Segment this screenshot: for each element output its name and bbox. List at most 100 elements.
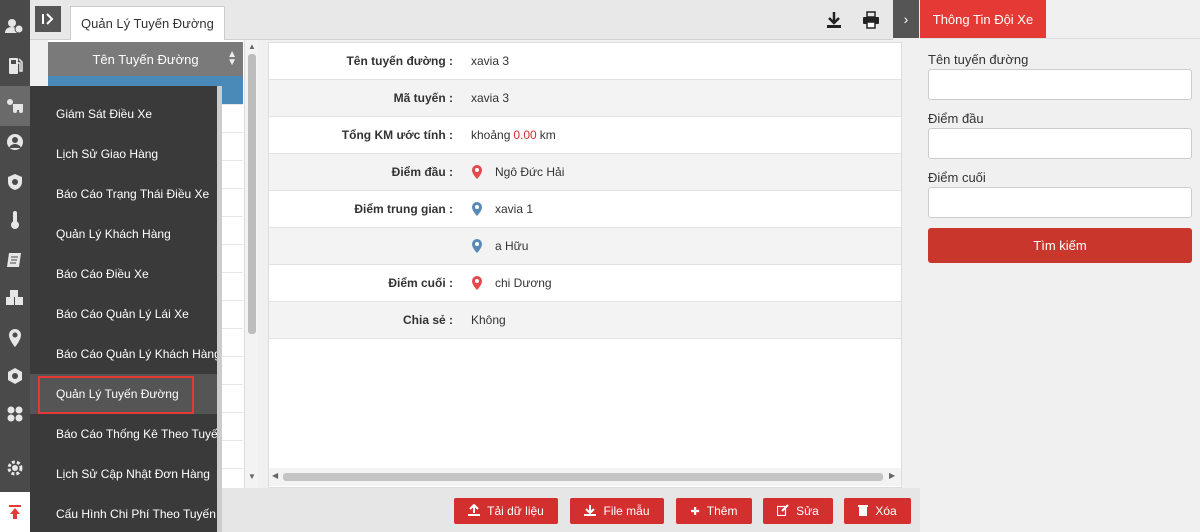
menu-item-delivery-history[interactable]: Lịch Sử Giao Hàng <box>30 134 217 174</box>
scroll-right-icon[interactable]: ▶ <box>889 471 895 480</box>
menu-item-route-cost-config[interactable]: Cấu Hình Chi Phí Theo Tuyến <box>30 494 217 532</box>
action-bar: Tải dữ liệu File mẫu ✚ Thêm Sửa Xóa <box>222 488 920 532</box>
detail-row-midpoint-2: a Hữu <box>269 228 901 265</box>
route-name-input[interactable] <box>928 69 1192 100</box>
start-point-filter-label: Điểm đầu <box>928 111 984 126</box>
delete-button[interactable]: Xóa <box>844 498 911 524</box>
menu-item-label: Báo Cáo Quản Lý Khách Hàng <box>56 347 217 361</box>
share-value: Không <box>471 313 506 327</box>
print-icon[interactable] <box>860 9 882 31</box>
menu-item-customer-report[interactable]: Báo Cáo Quản Lý Khách Hàng <box>30 334 217 374</box>
midpoint-label: Điểm trung gian : <box>354 202 453 216</box>
temperature-icon[interactable] <box>0 200 30 240</box>
end-point-filter-label: Điểm cuối <box>928 170 986 185</box>
menu-item-label: Quản Lý Khách Hàng <box>56 227 171 241</box>
upload-data-button[interactable]: Tải dữ liệu <box>454 498 558 524</box>
shield-icon[interactable] <box>0 162 30 202</box>
route-code-value: xavia 3 <box>471 91 510 105</box>
hexagon-icon[interactable] <box>0 356 30 396</box>
end-label: Điểm cuối : <box>388 276 453 290</box>
scroll-down-icon[interactable]: ▼ <box>245 472 259 481</box>
midpoint-text-1: xavia 1 <box>495 202 534 216</box>
scroll-up-icon[interactable]: ▲ <box>245 42 259 51</box>
menu-item-dispatch-status-report[interactable]: Báo Cáo Trạng Thái Điều Xe <box>30 174 217 214</box>
menu-scrollbar[interactable] <box>217 86 222 532</box>
menu-item-label: Cấu Hình Chi Phí Theo Tuyến <box>56 507 216 521</box>
tab-fleet-info[interactable]: Thông Tin Đội Xe <box>920 0 1046 38</box>
collapse-sidebar-icon[interactable] <box>35 6 61 32</box>
menu-item-label: Báo Cáo Thống Kê Theo Tuyến <box>56 427 217 441</box>
horizontal-scrollbar-thumb[interactable] <box>283 473 883 481</box>
grid-icon[interactable] <box>0 394 30 434</box>
km-value: khoảng 0.00 km <box>471 128 556 142</box>
km-number: 0.00 <box>513 128 537 142</box>
menu-item-label: Lịch Sử Cập Nhật Đơn Hàng <box>56 467 210 481</box>
km-prefix: khoảng <box>471 128 511 142</box>
list-column-header[interactable]: Tên Tuyến Đường ▲ ▼ <box>48 42 243 76</box>
delete-label: Xóa <box>875 504 897 518</box>
boxes-icon[interactable] <box>0 278 30 318</box>
dispatch-icon[interactable] <box>0 86 30 126</box>
template-file-label: File mẫu <box>603 504 650 518</box>
route-detail: Tên tuyến đường : xavia 3 Mã tuyến : xav… <box>268 42 902 488</box>
menu-item-customer-management[interactable]: Quản Lý Khách Hàng <box>30 214 217 254</box>
start-point-input[interactable] <box>928 128 1192 159</box>
menu-item-label: Lịch Sử Giao Hàng <box>56 147 159 161</box>
map-pin-red-icon <box>472 276 482 290</box>
km-label: Tổng KM ước tính : <box>341 128 453 142</box>
settings-icon[interactable] <box>0 448 30 488</box>
template-file-button[interactable]: File mẫu <box>570 498 664 524</box>
tab-bar: Quản Lý Tuyến Đường <box>30 0 893 40</box>
scroll-top-icon[interactable] <box>0 492 30 532</box>
detail-horizontal-scrollbar[interactable]: ◀ ▶ <box>269 468 901 486</box>
menu-item-route-statistics[interactable]: Báo Cáo Thống Kê Theo Tuyến <box>30 414 217 454</box>
map-pin-red-icon <box>472 165 482 179</box>
start-text: Ngô Đức Hải <box>495 165 565 179</box>
detail-row-route-code: Mã tuyến : xavia 3 <box>269 80 901 117</box>
route-name-filter-label: Tên tuyến đường <box>928 52 1029 67</box>
menu-item-dispatch-report[interactable]: Báo Cáo Điều Xe <box>30 254 217 294</box>
sort-icon[interactable]: ▲ ▼ <box>227 50 237 68</box>
user-circle-icon[interactable] <box>0 122 30 162</box>
end-point-input[interactable] <box>928 187 1192 218</box>
start-value: Ngô Đức Hải <box>471 165 564 179</box>
route-code-label: Mã tuyến : <box>393 91 453 105</box>
trash-icon <box>858 504 869 519</box>
scroll-left-icon[interactable]: ◀ <box>272 471 278 480</box>
map-pin-icon[interactable] <box>0 318 30 358</box>
detail-row-share: Chia sẻ : Không <box>269 302 901 339</box>
add-button[interactable]: ✚ Thêm <box>676 498 752 524</box>
list-scrollbar-thumb[interactable] <box>248 54 256 334</box>
download-icon <box>584 504 597 519</box>
list-header-label: Tên Tuyến Đường <box>92 51 199 67</box>
route-name-label: Tên tuyến đường : <box>346 54 453 68</box>
menu-item-label: Giám Sát Điều Xe <box>56 107 153 121</box>
user-group-icon[interactable] <box>0 6 30 46</box>
menu-item-order-update-history[interactable]: Lịch Sử Cập Nhật Đơn Hàng <box>30 454 217 494</box>
toggle-right-panel-icon[interactable]: › <box>893 0 919 38</box>
menu-item-driver-report[interactable]: Báo Cáo Quản Lý Lái Xe <box>30 294 217 334</box>
menu-item-dispatch-monitor[interactable]: Giám Sát Điều Xe <box>30 94 217 134</box>
detail-row-midpoint-1: Điểm trung gian : xavia 1 <box>269 191 901 228</box>
tab-route-management[interactable]: Quản Lý Tuyến Đường <box>70 6 225 40</box>
detail-row-start: Điểm đầu : Ngô Đức Hải <box>269 154 901 191</box>
menu-item-label: Báo Cáo Điều Xe <box>56 267 149 281</box>
route-name-value: xavia 3 <box>471 54 510 68</box>
menu-item-label: Báo Cáo Trạng Thái Điều Xe <box>56 187 210 201</box>
midpoint-text-2: a Hữu <box>495 239 529 253</box>
plus-icon: ✚ <box>690 505 700 518</box>
detail-row-end: Điểm cuối : chi Dương <box>269 265 901 302</box>
menu-item-route-management[interactable]: Quản Lý Tuyến Đường <box>30 374 217 414</box>
upload-icon <box>468 503 481 519</box>
add-label: Thêm <box>706 504 738 518</box>
edit-icon <box>777 503 789 519</box>
search-button[interactable]: Tìm kiếm <box>928 228 1192 263</box>
list-scrollbar[interactable]: ▲ ▼ <box>244 40 258 488</box>
map-pin-blue-icon <box>472 239 482 253</box>
download-icon[interactable] <box>823 9 845 31</box>
edit-button[interactable]: Sửa <box>763 498 833 524</box>
fuel-icon[interactable] <box>0 46 30 86</box>
edit-label: Sửa <box>796 504 819 518</box>
end-value: chi Dương <box>471 276 552 290</box>
report-icon[interactable] <box>0 240 30 280</box>
